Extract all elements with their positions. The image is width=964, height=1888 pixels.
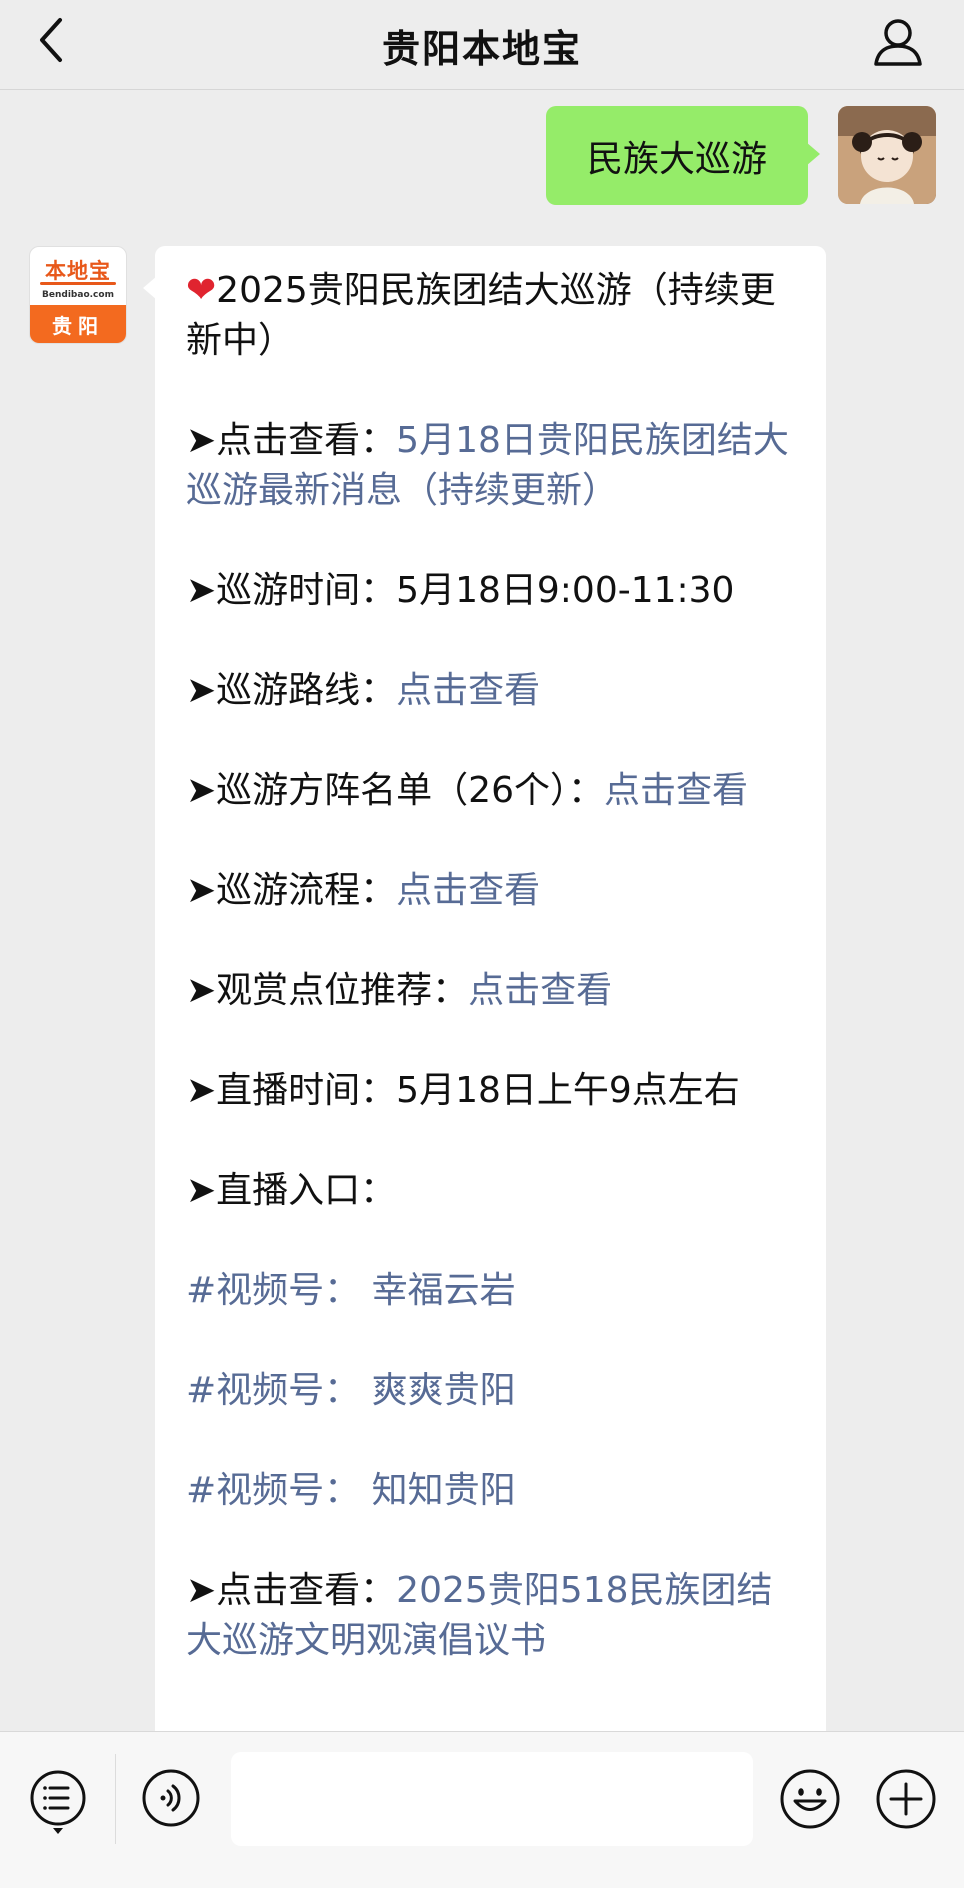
process-link[interactable]: 点击查看: [396, 870, 540, 911]
emoji-button[interactable]: [779, 1768, 840, 1829]
person-icon: [874, 19, 922, 66]
menu-button[interactable]: [28, 1768, 88, 1834]
menu-list-icon: [30, 1770, 86, 1834]
user-avatar-image: [838, 106, 936, 204]
message-list[interactable]: 民族大巡游 本地宝 Bendibao.com 贵阳 ❤2025贵阳民族团结大巡游…: [0, 91, 964, 1731]
heart-icon: ❤: [186, 270, 217, 311]
list-item: ➤直播入口：: [186, 1170, 397, 1211]
divider: [115, 1754, 116, 1844]
input-bar: [0, 1731, 964, 1888]
list-item: ➤点击查看：5月18日贵阳民族团结大巡游最新消息（持续更新）: [186, 420, 789, 511]
outgoing-bubble[interactable]: 民族大巡游: [546, 106, 820, 205]
list-item: ➤巡游方阵名单（26个）：点击查看: [186, 770, 748, 811]
logo-subtext: Bendibao.com: [42, 290, 114, 300]
list-item: ➤直播时间：5月18日上午9点左右: [186, 1070, 740, 1111]
list-item: ➤巡游路线：点击查看: [186, 670, 541, 711]
chat-header: 贵阳本地宝: [0, 0, 964, 90]
plus-button[interactable]: [875, 1768, 936, 1829]
message-input[interactable]: [231, 1752, 753, 1846]
logo-text: 本地宝: [45, 258, 111, 283]
channel-link[interactable]: #视频号： 知知贵阳: [186, 1466, 802, 1516]
logo-underline: [40, 282, 116, 285]
user-avatar[interactable]: [838, 106, 936, 204]
voice-button[interactable]: [141, 1768, 201, 1828]
emoji-icon: [780, 1769, 840, 1829]
list-item: ➤点击查看：2025贵阳518民族团结大巡游文明观演倡议书: [186, 1570, 773, 1661]
plus-icon: [876, 1769, 936, 1829]
account-avatar[interactable]: 本地宝 Bendibao.com 贵阳: [29, 246, 127, 344]
channel-link[interactable]: #视频号： 爽爽贵阳: [186, 1366, 802, 1416]
message-heading: ❤2025贵阳民族团结大巡游（持续更新中）: [186, 270, 776, 361]
voice-icon: [142, 1769, 200, 1827]
route-link[interactable]: 点击查看: [396, 670, 540, 711]
logo-city: 贵阳: [30, 305, 126, 343]
profile-button[interactable]: [870, 14, 926, 70]
incoming-bubble: ❤2025贵阳民族团结大巡游（持续更新中） ➤点击查看：5月18日贵阳民族团结大…: [143, 246, 826, 1731]
list-item: ➤观赏点位推荐：点击查看: [186, 970, 613, 1011]
viewing-spots-link[interactable]: 点击查看: [468, 970, 612, 1011]
chat-title: 贵阳本地宝: [381, 27, 582, 71]
list-item: ➤巡游流程：点击查看: [186, 870, 541, 911]
list-item: ➤巡游时间：5月18日9:00-11:30: [186, 570, 735, 611]
channel-link[interactable]: #视频号： 幸福云岩: [186, 1266, 802, 1316]
phalanx-list-link[interactable]: 点击查看: [604, 770, 748, 811]
